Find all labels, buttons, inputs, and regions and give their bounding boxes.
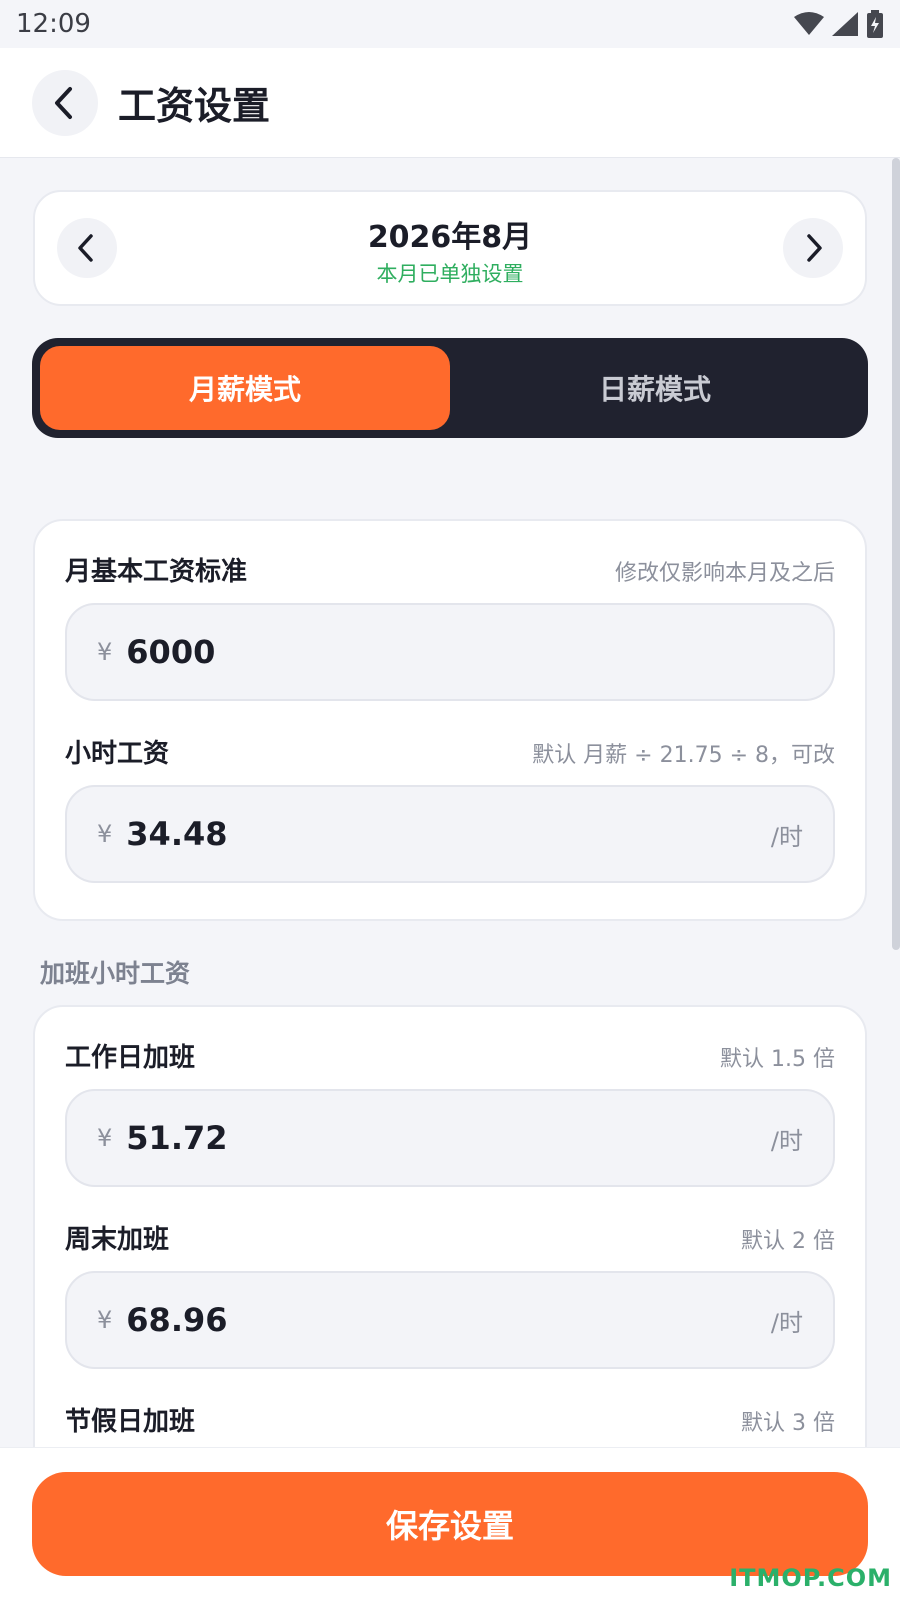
back-arrow-icon [55, 86, 72, 119]
page-title: 工资设置 [118, 84, 271, 128]
hourly-wage-input[interactable]: ¥ 34.48 /时 [65, 785, 835, 883]
unit-per-hour: /时 [770, 822, 803, 851]
weekday-ot-header: 工作日加班 默认 1.5 倍 [65, 1037, 835, 1074]
salary-mode-switch: 月薪模式 日薪模式 [32, 338, 868, 438]
hourly-wage-header: 小时工资 默认 月薪 ÷ 21.75 ÷ 8，可改 [65, 733, 835, 770]
currency-symbol: ¥ [97, 820, 113, 848]
monthly-salary-label: 月基本工资标准 [65, 557, 248, 587]
back-button[interactable] [32, 69, 98, 136]
month-status: 本月已单独设置 [376, 262, 524, 286]
next-month-button[interactable] [783, 218, 843, 278]
weekend-ot-input[interactable]: ¥ 68.96 /时 [65, 1271, 835, 1369]
save-button[interactable]: 保存设置 [32, 1472, 868, 1576]
weekday-ot-label: 工作日加班 [65, 1043, 196, 1073]
tab-monthly-mode[interactable]: 月薪模式 [40, 346, 450, 430]
currency-symbol: ¥ [97, 1124, 113, 1152]
base-salary-card: 月基本工资标准 修改仅影响本月及之后 ¥ 6000 小时工资 默认 月薪 ÷ 2… [33, 519, 867, 921]
chevron-right-icon [807, 234, 822, 262]
scrollbar[interactable] [892, 158, 900, 950]
overtime-section-title: 加班小时工资 [40, 959, 191, 988]
unit-per-hour: /时 [770, 1308, 803, 1337]
monthly-salary-value: 6000 [126, 633, 216, 671]
hourly-wage-value: 34.48 [126, 815, 228, 853]
unit-per-hour: /时 [770, 1126, 803, 1155]
month-label: 2026年8月 [367, 220, 533, 255]
hourly-wage-hint: 默认 月薪 ÷ 21.75 ÷ 8，可改 [532, 743, 835, 768]
weekend-ot-label: 周末加班 [65, 1225, 170, 1255]
weekday-ot-hint: 默认 1.5 倍 [720, 1047, 835, 1072]
status-time: 12:09 [16, 9, 91, 39]
signal-icon [832, 12, 858, 36]
app-bar: 工资设置 [0, 48, 900, 158]
holiday-ot-label: 节假日加班 [65, 1407, 196, 1437]
tab-daily-mode[interactable]: 日薪模式 [450, 346, 860, 430]
weekday-ot-value: 51.72 [126, 1119, 228, 1157]
wifi-icon [794, 12, 824, 35]
monthly-salary-hint: 修改仅影响本月及之后 [614, 561, 835, 586]
currency-symbol: ¥ [97, 638, 113, 666]
watermark: ITMOP.COM [729, 1564, 892, 1592]
currency-symbol: ¥ [97, 1306, 113, 1334]
system-icons [794, 10, 884, 38]
weekend-ot-header: 周末加班 默认 2 倍 [65, 1219, 835, 1256]
month-selector: 2026年8月 本月已单独设置 [33, 190, 867, 306]
monthly-salary-header: 月基本工资标准 修改仅影响本月及之后 [65, 551, 835, 588]
weekend-ot-hint: 默认 2 倍 [741, 1229, 835, 1254]
holiday-ot-header: 节假日加班 默认 3 倍 [65, 1401, 835, 1438]
hourly-wage-label: 小时工资 [65, 739, 170, 769]
holiday-ot-hint: 默认 3 倍 [741, 1411, 835, 1436]
monthly-salary-input[interactable]: ¥ 6000 [65, 603, 835, 701]
battery-icon [867, 10, 883, 38]
weekend-ot-value: 68.96 [126, 1301, 228, 1339]
status-bar: 12:09 [0, 0, 900, 48]
weekday-ot-input[interactable]: ¥ 51.72 /时 [65, 1089, 835, 1187]
